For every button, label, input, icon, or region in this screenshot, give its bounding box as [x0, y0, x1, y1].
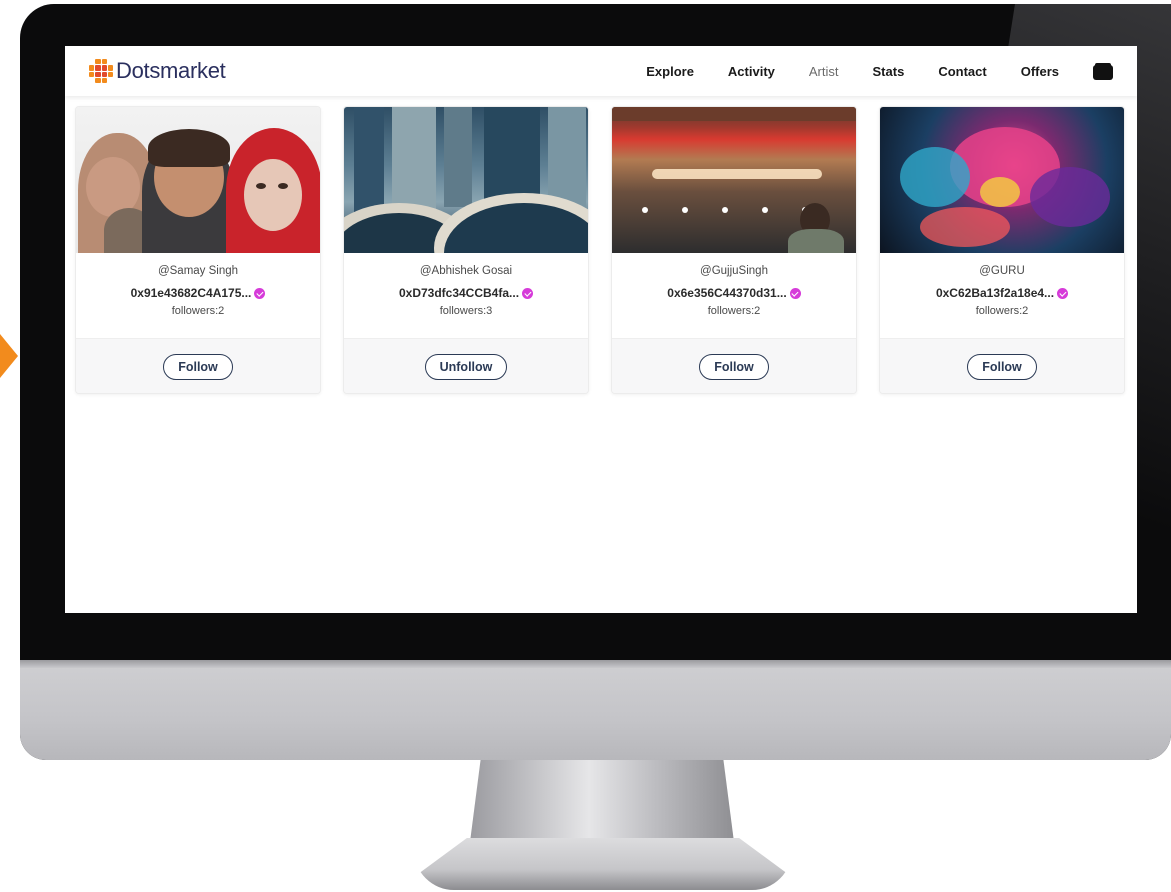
screen: Dotsmarket Explore Activity Artist Stats… [65, 46, 1137, 613]
artist-image[interactable] [880, 107, 1124, 253]
artist-grid: @Samay Singh 0x91e43682C4A175... followe… [75, 106, 1125, 394]
address-row: 0xC62Ba13f2a18e4... [880, 286, 1124, 300]
artist-image[interactable] [344, 107, 588, 253]
nav-activity[interactable]: Activity [711, 64, 792, 79]
address-row: 0x6e356C44370d31... [612, 286, 856, 300]
follow-button[interactable]: Follow [163, 354, 233, 380]
wallet-icon[interactable] [1093, 62, 1113, 80]
artist-image[interactable] [76, 107, 320, 253]
follow-button[interactable]: Follow [967, 354, 1037, 380]
nav-explore[interactable]: Explore [629, 64, 711, 79]
followers-count: followers:2 [975, 305, 1029, 317]
nav-artist[interactable]: Artist [792, 64, 856, 79]
followers-count: followers:3 [439, 305, 493, 317]
verified-icon [1057, 287, 1069, 299]
wallet-address: 0xD73dfc34CCB4fa... [398, 286, 520, 300]
brand-name: Dotsmarket [116, 58, 226, 83]
decorative-arrow [0, 334, 18, 378]
follow-button[interactable]: Follow [699, 354, 769, 380]
card-footer: Follow [880, 339, 1124, 393]
nav-offers[interactable]: Offers [1004, 64, 1076, 79]
wallet-address: 0xC62Ba13f2a18e4... [935, 286, 1055, 300]
nav-stats[interactable]: Stats [856, 64, 922, 79]
address-row: 0x91e43682C4A175... [76, 286, 320, 300]
navbar: Dotsmarket Explore Activity Artist Stats… [65, 46, 1137, 96]
nav-contact[interactable]: Contact [921, 64, 1003, 79]
logo-icon [89, 59, 113, 83]
artist-info: @Abhishek Gosai 0xD73dfc34CCB4fa... foll… [344, 253, 588, 339]
wallet-address: 0x6e356C44370d31... [667, 286, 787, 300]
followers-count: followers:2 [707, 305, 761, 317]
artist-image[interactable] [612, 107, 856, 253]
monitor-stand [470, 760, 734, 842]
brand-logo[interactable]: Dotsmarket [89, 58, 226, 84]
verified-icon [789, 287, 801, 299]
unfollow-button[interactable]: Unfollow [424, 354, 508, 380]
wallet-address: 0x91e43682C4A175... [130, 286, 252, 300]
artist-username: @GURU [979, 265, 1025, 277]
nav-links: Explore Activity Artist Stats Contact Of… [629, 62, 1113, 80]
verified-icon [522, 287, 534, 299]
artist-card: @Samay Singh 0x91e43682C4A175... followe… [75, 106, 321, 394]
card-footer: Follow [76, 339, 320, 393]
artist-username: @Abhishek Gosai [419, 265, 513, 277]
card-footer: Unfollow [344, 339, 588, 393]
artist-username: @GujjuSingh [700, 265, 768, 277]
address-row: 0xD73dfc34CCB4fa... [344, 286, 588, 300]
followers-count: followers:2 [171, 305, 225, 317]
monitor-base [414, 838, 792, 890]
artist-card: @Abhishek Gosai 0xD73dfc34CCB4fa... foll… [343, 106, 589, 394]
artist-card: @GURU 0xC62Ba13f2a18e4... followers:2 Fo… [879, 106, 1125, 394]
artist-info: @GURU 0xC62Ba13f2a18e4... followers:2 [880, 253, 1124, 339]
artist-card: @GujjuSingh 0x6e356C44370d31... follower… [611, 106, 857, 394]
monitor-chin [20, 660, 1171, 760]
verified-icon [254, 287, 266, 299]
artist-info: @GujjuSingh 0x6e356C44370d31... follower… [612, 253, 856, 339]
card-footer: Follow [612, 339, 856, 393]
artist-username: @Samay Singh [157, 265, 239, 277]
artist-info: @Samay Singh 0x91e43682C4A175... followe… [76, 253, 320, 339]
